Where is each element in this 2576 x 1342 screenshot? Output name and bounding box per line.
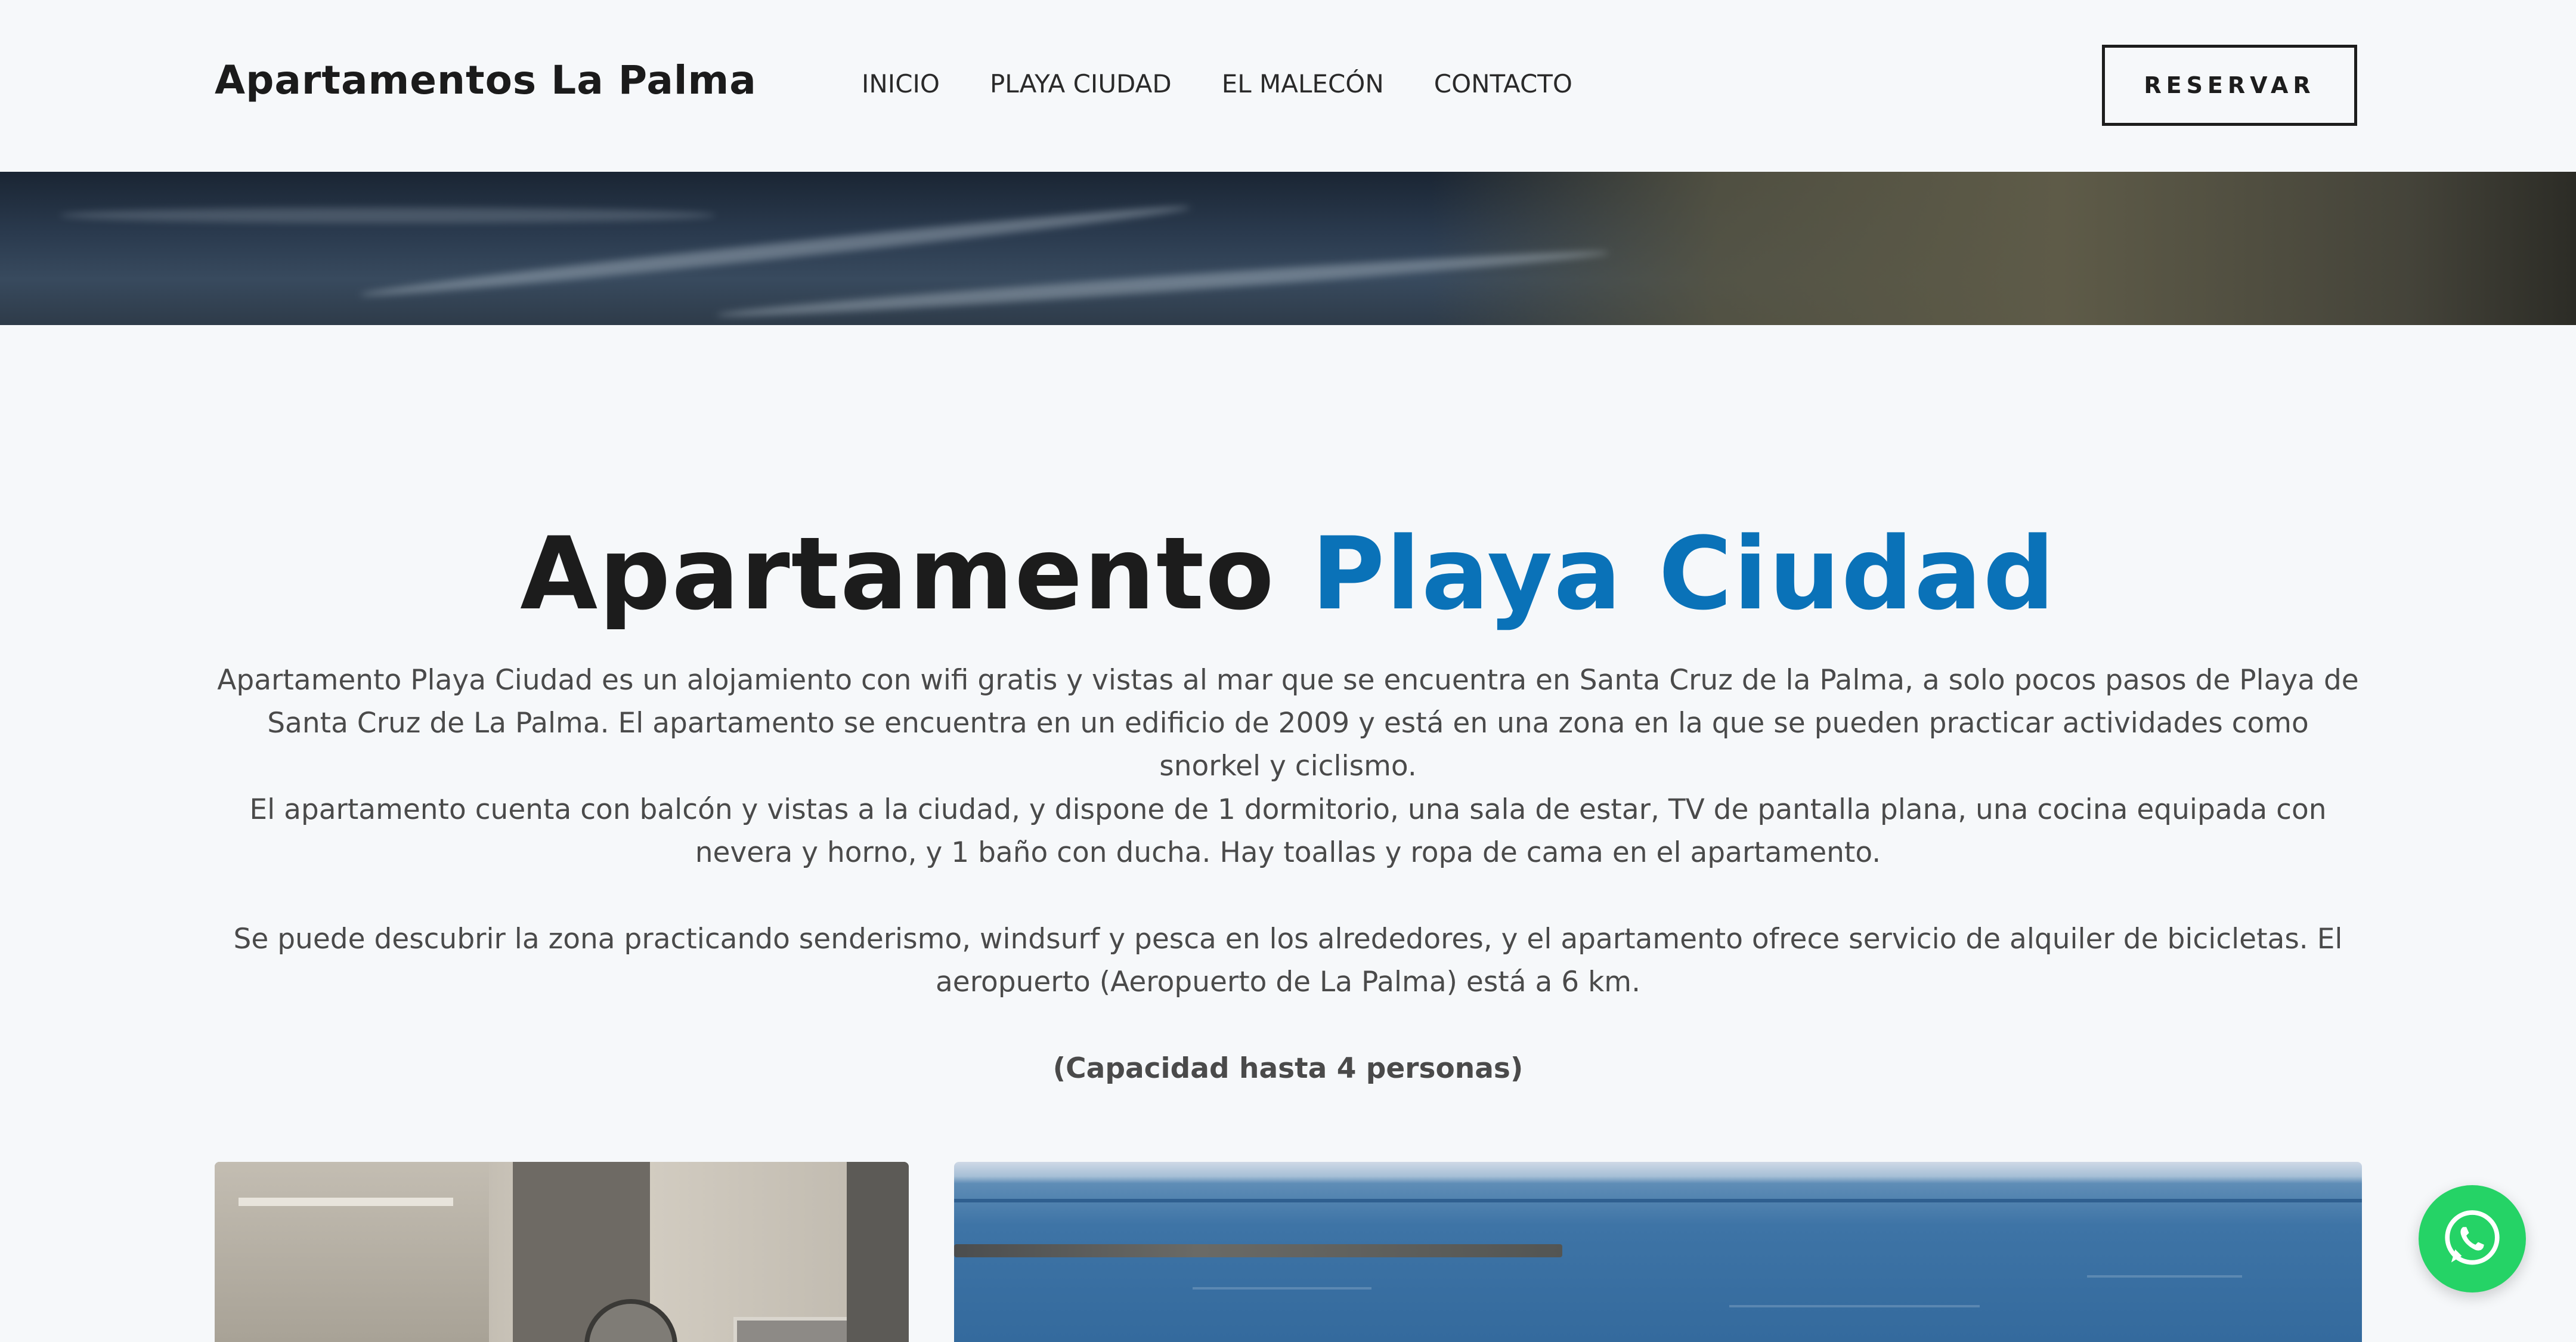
brand-logo[interactable]: Apartamentos La Palma (215, 57, 757, 103)
description-paragraph: El apartamento cuenta con balcón y vista… (249, 793, 2327, 869)
whatsapp-button[interactable] (2419, 1185, 2526, 1292)
page-title-accent: Playa Ciudad (1311, 515, 2056, 632)
photo-detail (954, 1244, 1562, 1257)
nav-item-inicio[interactable]: INICIO (862, 69, 940, 98)
nav-item-playa-ciudad[interactable]: PLAYA CIUDAD (990, 69, 1172, 98)
apartment-bathroom-photo[interactable] (215, 1162, 909, 1342)
sea-view-photo[interactable] (954, 1162, 2362, 1342)
description-paragraph: Se puede descubrir la zona practicando s… (233, 923, 2343, 998)
site-header: Apartamentos La Palma INICIO PLAYA CIUDA… (0, 0, 2576, 172)
capacity-note: (Capacidad hasta 4 personas) (1052, 1052, 1524, 1085)
photo-detail (215, 1162, 489, 1342)
photo-detail (954, 1199, 2362, 1202)
photo-detail (1729, 1305, 1980, 1307)
page-title-main: Apartamento (520, 515, 1275, 632)
main-nav: INICIO PLAYA CIUDAD EL MALECÓN CONTACTO (862, 69, 1623, 98)
whatsapp-icon (2445, 1210, 2500, 1265)
page-title: Apartamento Playa Ciudad (0, 514, 2576, 633)
nav-item-el-malecon[interactable]: EL MALECÓN (1222, 69, 1384, 98)
hero-sand (1431, 172, 2576, 325)
description-paragraph: Apartamento Playa Ciudad es un alojamien… (217, 664, 2359, 783)
photo-detail (847, 1162, 909, 1342)
photo-detail (1193, 1287, 1371, 1290)
photo-detail (2087, 1275, 2242, 1278)
hero-wave (60, 208, 716, 223)
photo-detail (239, 1198, 453, 1206)
hero-image (0, 172, 2576, 325)
reserve-button[interactable]: RESERVAR (2102, 45, 2357, 126)
nav-item-contacto[interactable]: CONTACTO (1434, 69, 1572, 98)
